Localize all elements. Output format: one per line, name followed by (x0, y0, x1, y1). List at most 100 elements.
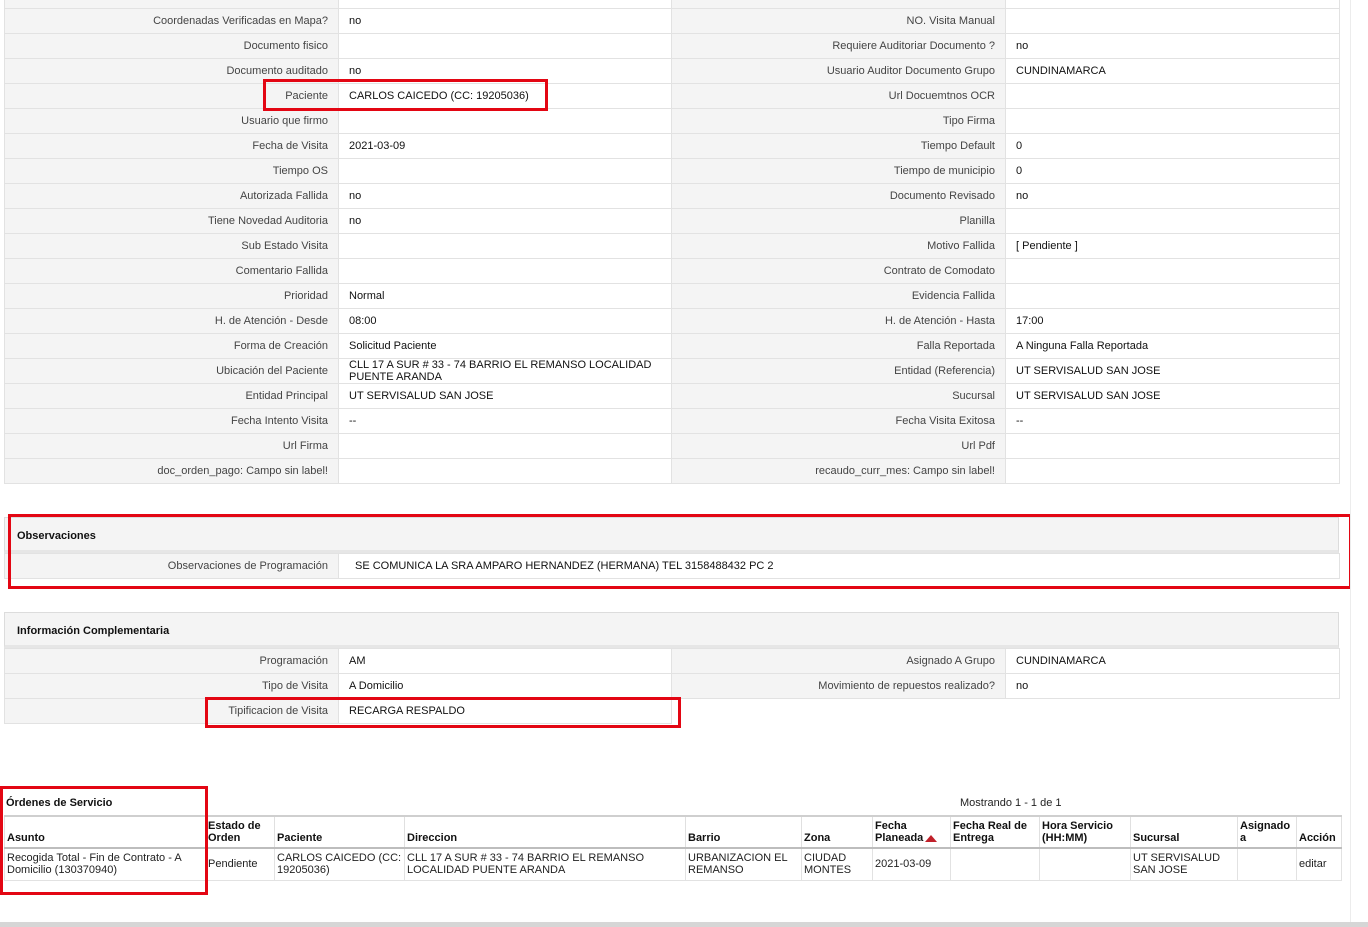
page-right-edge (1350, 0, 1368, 922)
tipificacion-table: Tipificacion de Visita RECARGA RESPALDO (4, 698, 672, 724)
column-header-fecha-planeada[interactable]: Fecha Planeada (872, 815, 951, 849)
detail-row: Fecha Intento Visita -- Fecha Visita Exito… (4, 408, 1340, 434)
detail-value: no (338, 58, 672, 84)
detail-row: Ubicación del Paciente CLL 17 A SUR # 33 … (4, 358, 1340, 384)
detail-label: Forma de Creación (4, 333, 339, 359)
cell-fecha-planeada: 2021-03-09 (872, 847, 951, 881)
detail-value: CLL 17 A SUR # 33 - 74 BARRIO EL REMANSO… (338, 358, 672, 384)
column-header-zona[interactable]: Zona (801, 815, 873, 849)
cell-paciente: CARLOS CAICEDO (CC: 19205036) (274, 847, 405, 881)
edit-link[interactable]: editar (1299, 858, 1327, 870)
table-header-row: Asunto Estado de Orden Paciente Direccio… (4, 815, 1342, 849)
observaciones-table: Observaciones de Programación SE COMUNIC… (4, 553, 1340, 579)
cell-sucursal: UT SERVISALUD SAN JOSE (1130, 847, 1238, 881)
detail-value: -- (338, 408, 672, 434)
detail-value: 08:00 (338, 308, 672, 334)
detail-row: Url Firma Url Pdf (4, 433, 1340, 459)
detail-label: Comentario Fallida (4, 258, 339, 284)
detail-value: AM (338, 648, 672, 674)
column-header-asunto[interactable]: Asunto (4, 815, 206, 849)
detail-value (338, 433, 672, 459)
detail-label: recaudo_curr_mes: Campo sin label! (671, 458, 1006, 484)
detail-row: Tiempo OS Tiempo de municipio 0 (4, 158, 1340, 184)
detail-row: Documento fisico Requiere Auditoriar Docu… (4, 33, 1340, 59)
tipificacion-value: RECARGA RESPALDO (338, 698, 672, 724)
complementaria-title: Información Complementaria (17, 625, 170, 637)
detail-row: Fecha de Visita 2021-03-09 Tiempo Default 0 (4, 133, 1340, 159)
detail-value: CUNDINAMARCA (1005, 648, 1340, 674)
cell-barrio: URBANIZACION EL REMANSO (685, 847, 802, 881)
detail-value (1005, 83, 1340, 109)
detail-value: 0 (1005, 133, 1340, 159)
detail-label: Coordenadas Verificadas en Mapa? (4, 8, 339, 34)
detail-value (1005, 283, 1340, 309)
detail-value: Solicitud Paciente (338, 333, 672, 359)
detail-label: Entidad (Referencia) (671, 358, 1006, 384)
pagination-status: Mostrando 1 - 1 de 1 (960, 797, 1062, 809)
column-header-barrio[interactable]: Barrio (685, 815, 802, 849)
cell-direccion: CLL 17 A SUR # 33 - 74 BARRIO EL REMANSO… (404, 847, 686, 881)
detail-row: Usuario que firmo Tipo Firma (4, 108, 1340, 134)
table-row: Recogida Total - Fin de Contrato - A Dom… (4, 847, 1342, 881)
detail-row: Coordenadas Verificadas en Mapa? no NO. Vi… (4, 8, 1340, 34)
detail-label: Programación (4, 648, 339, 674)
column-header-estado[interactable]: Estado de Orden (205, 815, 275, 849)
column-header-hora-servicio[interactable]: Hora Servicio (HH:MM) (1039, 815, 1131, 849)
horizontal-scrollbar[interactable] (0, 922, 1368, 927)
detail-row: doc_orden_pago: Campo sin label! recaudo_… (4, 458, 1340, 484)
service-orders-table: Asunto Estado de Orden Paciente Direccio… (4, 815, 1342, 881)
detail-label: Tipo de Visita (4, 673, 339, 699)
detail-value: UT SERVISALUD SAN JOSE (338, 383, 672, 409)
detail-row: Documento auditado no Usuario Auditor Docu… (4, 58, 1340, 84)
detail-row: Comentario Fallida Contrato de Comodato (4, 258, 1340, 284)
detail-value (1005, 108, 1340, 134)
column-header-fecha-real[interactable]: Fecha Real de Entrega (950, 815, 1040, 849)
column-header-sucursal[interactable]: Sucursal (1130, 815, 1238, 849)
detail-row: Sub Estado Visita Motivo Fallida[ Pendien… (4, 233, 1340, 259)
cell-estado: Pendiente (205, 847, 275, 881)
detail-value: no (1005, 673, 1340, 699)
detail-value (1005, 8, 1340, 34)
detail-label: Movimiento de repuestos realizado? (671, 673, 1006, 699)
detail-label: doc_orden_pago: Campo sin label! (4, 458, 339, 484)
detail-row: Programación AM Asignado A Grupo CUNDINA… (4, 648, 1340, 674)
detail-row: Observaciones de Programación SE COMUNIC… (4, 553, 1340, 579)
cell-asunto: Recogida Total - Fin de Contrato - A Dom… (4, 847, 206, 881)
detail-label: Evidencia Fallida (671, 283, 1006, 309)
detail-row: Forma de Creación Solicitud Paciente Falla… (4, 333, 1340, 359)
detail-label: Tiempo Default (671, 133, 1006, 159)
column-header-direccion[interactable]: Direccion (404, 815, 686, 849)
detail-value (338, 108, 672, 134)
observaciones-value: SE COMUNICA LA SRA AMPARO HERNANDEZ (HER… (338, 553, 1340, 579)
sort-ascending-icon (925, 834, 938, 842)
column-header-asignado[interactable]: Asignado a (1237, 815, 1297, 849)
cell-asignado (1237, 847, 1297, 881)
detail-label: NO. Visita Manual (671, 8, 1006, 34)
ordenes-title: Órdenes de Servicio (6, 797, 113, 809)
detail-label: Url Pdf (671, 433, 1006, 459)
detail-value: UT SERVISALUD SAN JOSE (1005, 383, 1340, 409)
detail-value: no (1005, 183, 1340, 209)
detail-row: Paciente CARLOS CAICEDO (CC: 19205036) Url… (4, 83, 1340, 109)
detail-label: Ubicación del Paciente (4, 358, 339, 384)
observaciones-label: Observaciones de Programación (4, 553, 339, 579)
detail-label: Requiere Auditoriar Documento ? (671, 33, 1006, 59)
column-header-paciente[interactable]: Paciente (274, 815, 405, 849)
detail-value (1005, 433, 1340, 459)
detail-value (338, 158, 672, 184)
detail-value: 2021-03-09 (338, 133, 672, 159)
detail-value: -- (1005, 408, 1340, 434)
detail-value (1005, 458, 1340, 484)
cell-fecha-real (950, 847, 1040, 881)
detail-value: CARLOS CAICEDO (CC: 19205036) (338, 83, 672, 109)
cell-accion: editar (1296, 847, 1342, 881)
detail-row: Autorizada Fallida no Documento Revisado no (4, 183, 1340, 209)
detail-label: Tipo Firma (671, 108, 1006, 134)
detail-label: Documento auditado (4, 58, 339, 84)
detail-value: no (338, 208, 672, 234)
detail-label: Documento Revisado (671, 183, 1006, 209)
detail-label: Prioridad (4, 283, 339, 309)
detail-label: Autorizada Fallida (4, 183, 339, 209)
detail-value: 17:00 (1005, 308, 1340, 334)
detail-row: Tipificacion de Visita RECARGA RESPALDO (4, 698, 672, 724)
